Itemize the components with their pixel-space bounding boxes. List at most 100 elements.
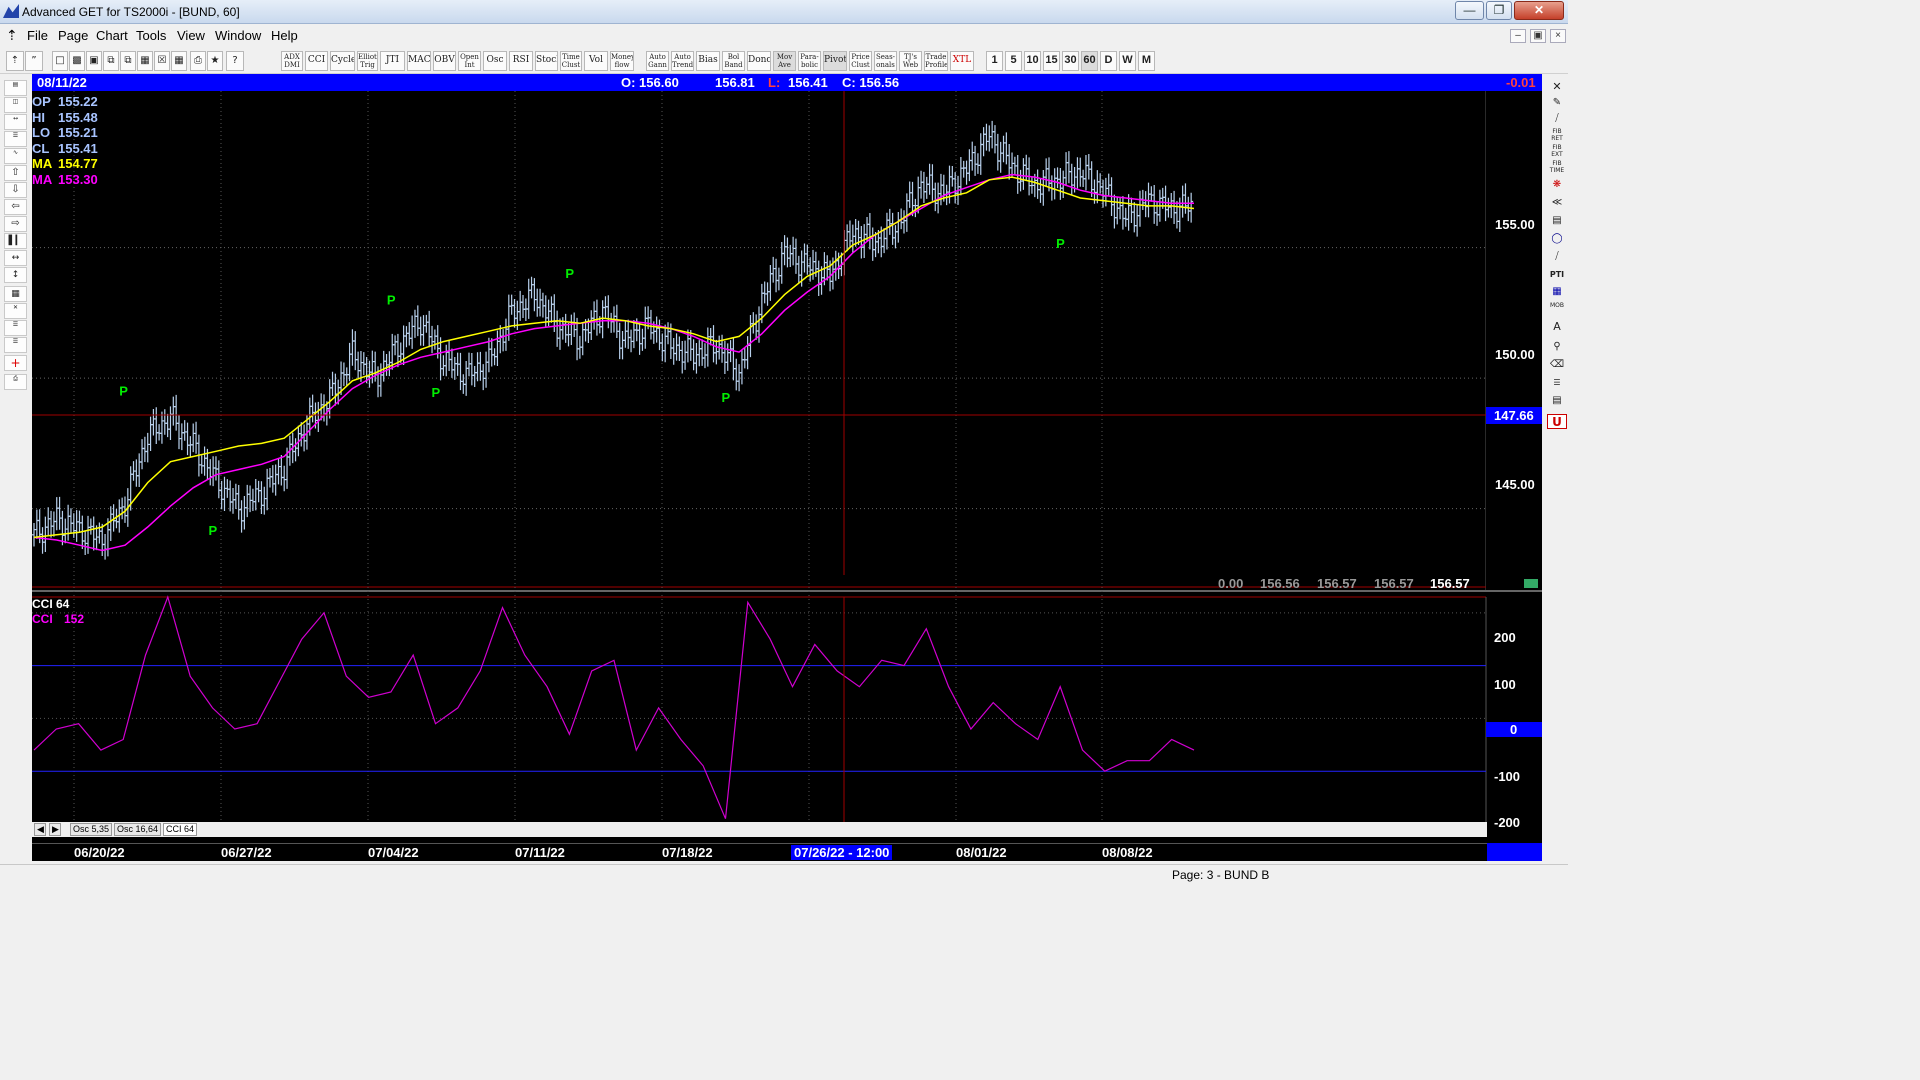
bias-button[interactable]: Bias bbox=[696, 51, 720, 71]
chart-mini-icon[interactable] bbox=[1524, 579, 1538, 588]
channel-icon[interactable]: ▤ bbox=[1547, 214, 1567, 229]
pti-icon[interactable]: PTI bbox=[1547, 268, 1567, 283]
layout-icon[interactable]: ▦ bbox=[171, 51, 187, 71]
scroll-right-icon[interactable]: ▶ bbox=[49, 823, 61, 836]
timeframe-10-button[interactable]: 10 bbox=[1024, 51, 1041, 71]
money-flow-button[interactable]: Money flow bbox=[610, 51, 634, 71]
arrow-up-icon[interactable]: ⇧ bbox=[4, 165, 27, 181]
bol-band-button[interactable]: Bol Band bbox=[722, 51, 745, 71]
seasonals-button[interactable]: Seas-onals bbox=[874, 51, 897, 71]
auto-trend-button[interactable]: Auto Trend bbox=[671, 51, 694, 71]
print-icon[interactable]: ⎙ bbox=[190, 51, 206, 71]
ruler-icon[interactable]: ☰ bbox=[1547, 376, 1567, 391]
child-close-icon[interactable]: × bbox=[1550, 29, 1566, 43]
trade-profile-button[interactable]: Trade Profile bbox=[924, 51, 948, 71]
elliott-icon[interactable]: ∿ bbox=[4, 148, 27, 164]
stoch-button[interactable]: Stoch bbox=[535, 51, 558, 71]
fan-icon[interactable]: ≪ bbox=[1547, 196, 1567, 211]
child-minimize-icon[interactable]: – bbox=[1510, 29, 1526, 43]
arrange-icon[interactable]: ⧉ bbox=[120, 51, 136, 71]
vol-button[interactable]: Vol bbox=[584, 51, 608, 71]
cci-button[interactable]: CCI bbox=[305, 51, 328, 71]
cross-tool-icon[interactable]: ✕ bbox=[1547, 80, 1567, 95]
menu-window[interactable]: Window bbox=[215, 28, 261, 43]
text-tool-icon[interactable]: A bbox=[1547, 320, 1567, 335]
arrow-down-icon[interactable]: ⇩ bbox=[4, 182, 27, 198]
fib-time-icon[interactable]: FIB TIME bbox=[1547, 160, 1567, 175]
pointer-icon[interactable]: ⇡ bbox=[6, 51, 24, 71]
hint-icon[interactable]: ★ bbox=[207, 51, 223, 71]
adx-dmi-button[interactable]: ADX DMI bbox=[281, 51, 303, 71]
arrow-right-icon[interactable]: ⇨ bbox=[4, 216, 27, 232]
timeframe-15-button[interactable]: 15 bbox=[1043, 51, 1060, 71]
eraser-icon[interactable]: ⌫ bbox=[1547, 358, 1567, 373]
save-icon[interactable]: ▣ bbox=[86, 51, 102, 71]
print-chart-icon[interactable]: ⎙ bbox=[4, 374, 27, 390]
timeframe-m-button[interactable]: M bbox=[1138, 51, 1155, 71]
time-clust-button[interactable]: Time Clust bbox=[560, 51, 582, 71]
spiral-icon[interactable]: ❋ bbox=[1547, 178, 1567, 193]
bars-icon[interactable]: ▌▎ bbox=[4, 233, 27, 249]
menu-page[interactable]: Page bbox=[58, 28, 88, 43]
fib-retracement-icon[interactable]: FIB RET bbox=[1547, 128, 1567, 143]
scroll-left-icon[interactable]: ◀ bbox=[34, 823, 46, 836]
tab-cci-64[interactable]: CCI 64 bbox=[163, 823, 198, 836]
line-tool-icon[interactable]: ⧸ bbox=[1547, 112, 1567, 127]
arrow-left-icon[interactable]: ⇦ bbox=[4, 199, 27, 215]
maximize-icon[interactable]: ❐ bbox=[1486, 1, 1512, 20]
ellipse-icon[interactable]: ◯ bbox=[1547, 232, 1567, 247]
reset-icon[interactable]: ↔ bbox=[4, 114, 27, 130]
gann-icon[interactable]: ☰ bbox=[4, 320, 27, 336]
fib-extension-icon[interactable]: FIB EXT bbox=[1547, 144, 1567, 159]
elliott-trig-button[interactable]: Elliott Trig bbox=[357, 51, 378, 71]
tab-osc-16-64[interactable]: Osc 16,64 bbox=[114, 823, 162, 836]
help-icon[interactable]: ? bbox=[226, 51, 244, 71]
new-page-icon[interactable]: □ bbox=[52, 51, 68, 71]
table-icon[interactable]: ▦ bbox=[1547, 285, 1567, 300]
quote-icon[interactable]: ” bbox=[25, 51, 43, 71]
rsi-button[interactable]: RSI bbox=[509, 51, 533, 71]
expand-icon[interactable]: ↔ bbox=[4, 250, 27, 266]
tab-osc-5-35[interactable]: Osc 5,35 bbox=[70, 823, 113, 836]
timeframe-w-button[interactable]: W bbox=[1119, 51, 1136, 71]
copy-icon[interactable]: ⧉ bbox=[103, 51, 119, 71]
timeframe-d-button[interactable]: D bbox=[1100, 51, 1117, 71]
chart-area[interactable]: P P P P P P P 155.00 150.00 145.00 147.66 OP 15… bbox=[32, 91, 1542, 851]
zoom-icon[interactable]: ◫ bbox=[4, 97, 27, 113]
magnify-icon[interactable]: ⚲ bbox=[1547, 340, 1567, 355]
open-icon[interactable]: ▩ bbox=[69, 51, 85, 71]
menu-view[interactable]: View bbox=[177, 28, 205, 43]
macd-button[interactable]: MACD bbox=[407, 51, 431, 71]
price-chart-svg[interactable]: P P P P P P P 155.00 150.00 145.00 147.66 OP 15… bbox=[32, 91, 1542, 851]
timeframe-30-button[interactable]: 30 bbox=[1062, 51, 1079, 71]
undo-icon[interactable]: U bbox=[1547, 414, 1567, 429]
mob-icon[interactable]: MOB bbox=[1547, 302, 1567, 317]
child-restore-icon[interactable]: ▣ bbox=[1530, 29, 1546, 43]
notebook-icon[interactable]: ▤ bbox=[1547, 394, 1567, 409]
menu-chart[interactable]: Chart bbox=[96, 28, 128, 43]
lines-icon[interactable]: ✕ bbox=[4, 303, 27, 319]
menu-help[interactable]: Help bbox=[271, 28, 298, 43]
grid-icon[interactable]: ▦ bbox=[4, 286, 27, 302]
auto-gann-button[interactable]: Auto Gann bbox=[646, 51, 669, 71]
menu-tools[interactable]: Tools bbox=[136, 28, 166, 43]
study-icon[interactable]: ☰ bbox=[4, 131, 27, 147]
crosshair-icon[interactable]: + bbox=[4, 355, 27, 371]
mov-ave-button[interactable]: Mov Ave bbox=[773, 51, 796, 71]
osc-button[interactable]: Osc bbox=[483, 51, 507, 71]
minimize-icon[interactable]: — bbox=[1455, 1, 1484, 20]
fib-icon[interactable]: ☰ bbox=[4, 337, 27, 353]
pivot-button[interactable]: Pivot bbox=[823, 51, 847, 71]
parabolic-button[interactable]: Para-bolic bbox=[798, 51, 821, 71]
cycles-button[interactable]: Cycles bbox=[330, 51, 355, 71]
open-int-button[interactable]: Open Int bbox=[458, 51, 481, 71]
delete-icon[interactable]: ☒ bbox=[154, 51, 170, 71]
tjs-web-button[interactable]: TJ's Web bbox=[899, 51, 922, 71]
jti-button[interactable]: JTI bbox=[380, 51, 405, 71]
obv-button[interactable]: OBV bbox=[433, 51, 456, 71]
timeframe-60-button[interactable]: 60 bbox=[1081, 51, 1098, 71]
timeframe-5-button[interactable]: 5 bbox=[1005, 51, 1022, 71]
donch-button[interactable]: Donch bbox=[747, 51, 771, 71]
close-icon[interactable]: ✕ bbox=[1514, 1, 1564, 20]
grid-icon[interactable]: ▦ bbox=[137, 51, 153, 71]
